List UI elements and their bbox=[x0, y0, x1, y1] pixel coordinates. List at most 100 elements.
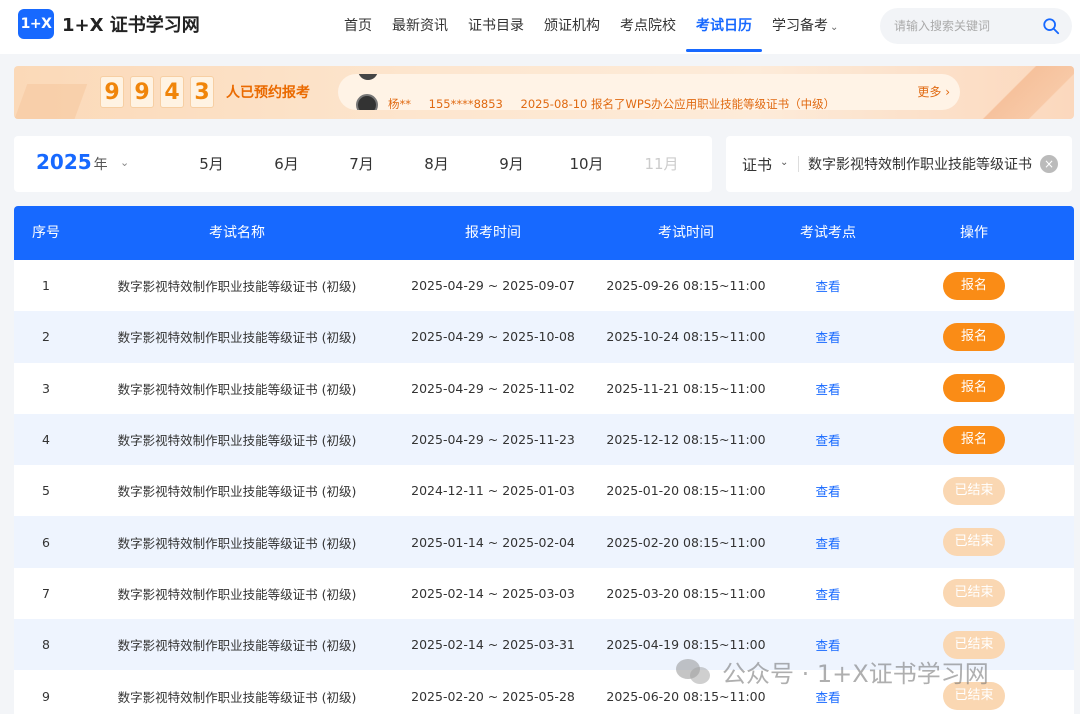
row-exam-time: 2025-10-24 08:15~11:00 bbox=[606, 329, 766, 345]
row-reg-time: 2025-02-14 ~ 2025-03-03 bbox=[411, 585, 575, 601]
cert-filter: 证书 ⌄ 数字影视特效制作职业技能等级证书 × bbox=[726, 136, 1072, 192]
month-may[interactable]: 5月 bbox=[174, 136, 249, 192]
year-value: 2025 bbox=[36, 150, 92, 174]
month-september[interactable]: 9月 bbox=[474, 136, 549, 192]
action-cell: 报名 bbox=[874, 322, 1074, 351]
row-number: 2 bbox=[42, 329, 50, 345]
month-july[interactable]: 7月 bbox=[324, 136, 399, 192]
header-venue: 考试考点 bbox=[800, 225, 856, 241]
row-exam-time: 2025-02-20 08:15~11:00 bbox=[606, 534, 766, 550]
chevron-down-icon[interactable]: ⌄ bbox=[120, 156, 129, 169]
ended-button: 已结束 bbox=[943, 528, 1005, 557]
table-header: 序号 考试名称 报考时间 考试时间 考试考点 操作 bbox=[14, 206, 1074, 260]
row-exam-name: 数字影视特效制作职业技能等级证书 (初级) bbox=[117, 433, 357, 449]
register-button[interactable]: 报名 bbox=[943, 271, 1005, 300]
view-venue-link[interactable]: 查看 bbox=[815, 279, 840, 294]
row-reg-time: 2024-12-11 ~ 2025-01-03 bbox=[411, 483, 575, 499]
month-november[interactable]: 11月 bbox=[624, 136, 699, 192]
row-exam-name: 数字影视特效制作职业技能等级证书 (初级) bbox=[117, 279, 357, 295]
nav-cert-catalog[interactable]: 证书目录 bbox=[458, 0, 534, 54]
row-exam-name: 数字影视特效制作职业技能等级证书 (初级) bbox=[117, 381, 357, 397]
register-button[interactable]: 报名 bbox=[943, 374, 1005, 403]
banner-decoration bbox=[14, 84, 88, 119]
nav-news[interactable]: 最新资讯 bbox=[382, 0, 458, 54]
counter-digit: 9 bbox=[130, 76, 154, 108]
row-number: 5 bbox=[42, 483, 50, 499]
month-selector: 2025 年 ⌄ 5月 6月 7月 8月 9月 10月 11月 bbox=[14, 136, 712, 192]
ticker-phone: 155****8853 bbox=[428, 97, 503, 110]
venue-cell: 查看 bbox=[782, 635, 874, 654]
nav-exam-calendar[interactable]: 考试日历 bbox=[686, 0, 762, 54]
row-exam-name: 数字影视特效制作职业技能等级证书 (初级) bbox=[117, 586, 357, 602]
row-number: 3 bbox=[42, 380, 50, 396]
row-reg-time: 2025-02-14 ~ 2025-03-31 bbox=[411, 637, 575, 653]
view-venue-link[interactable]: 查看 bbox=[815, 382, 840, 397]
cert-type-select[interactable]: 证书 bbox=[742, 154, 772, 175]
row-number: 6 bbox=[42, 534, 50, 550]
row-exam-time: 2025-09-26 08:15~11:00 bbox=[606, 278, 766, 294]
row-exam-time: 2025-12-12 08:15~11:00 bbox=[606, 432, 766, 448]
header-no: 序号 bbox=[32, 225, 60, 241]
year-select[interactable]: 2025 年 bbox=[36, 150, 108, 174]
row-exam-name: 数字影视特效制作职业技能等级证书 (初级) bbox=[117, 330, 357, 346]
chevron-down-icon[interactable]: ⌄ bbox=[780, 157, 788, 168]
row-exam-time: 2025-03-20 08:15~11:00 bbox=[606, 585, 766, 601]
row-reg-time: 2025-04-29 ~ 2025-10-08 bbox=[411, 329, 575, 345]
more-button[interactable]: 更多 › bbox=[917, 83, 950, 100]
nav-issuers[interactable]: 颁证机构 bbox=[534, 0, 610, 54]
clear-icon[interactable]: × bbox=[1040, 155, 1058, 173]
header-exam-name: 考试名称 bbox=[209, 225, 265, 241]
venue-cell: 查看 bbox=[782, 584, 874, 603]
nav-exam-schools[interactable]: 考点院校 bbox=[610, 0, 686, 54]
month-list: 5月 6月 7月 8月 9月 10月 11月 bbox=[174, 136, 699, 192]
main-nav: 首页 最新资讯 证书目录 颁证机构 考点院校 考试日历 学习备考 ⌄ bbox=[334, 0, 848, 54]
header-reg-time: 报考时间 bbox=[465, 225, 521, 241]
month-june[interactable]: 6月 bbox=[249, 136, 324, 192]
logo-mark: 1+X bbox=[18, 9, 54, 39]
row-reg-time: 2025-04-29 ~ 2025-11-02 bbox=[411, 380, 575, 396]
table-row: 1 数字影视特效制作职业技能等级证书 (初级) 2025-04-29 ~ 2025-… bbox=[14, 260, 1074, 312]
table-body: 1 数字影视特效制作职业技能等级证书 (初级) 2025-04-29 ~ 2025-… bbox=[14, 260, 1074, 714]
view-venue-link[interactable]: 查看 bbox=[815, 536, 840, 551]
register-button[interactable]: 报名 bbox=[943, 322, 1005, 351]
view-venue-link[interactable]: 查看 bbox=[815, 330, 840, 345]
row-exam-time: 2025-01-20 08:15~11:00 bbox=[606, 483, 766, 499]
view-venue-link[interactable]: 查看 bbox=[815, 638, 840, 653]
venue-cell: 查看 bbox=[782, 430, 874, 449]
wechat-icon bbox=[676, 657, 712, 687]
action-cell: 已结束 bbox=[874, 579, 1074, 608]
action-cell: 已结束 bbox=[874, 528, 1074, 557]
view-venue-link[interactable]: 查看 bbox=[815, 690, 840, 705]
counter-digit: 9 bbox=[100, 76, 124, 108]
nav-study-prep[interactable]: 学习备考 ⌄ bbox=[762, 0, 848, 54]
table-row: 4 数字影视特效制作职业技能等级证书 (初级) 2025-04-29 ~ 2025-… bbox=[14, 413, 1074, 466]
search-box bbox=[880, 8, 1072, 44]
view-venue-link[interactable]: 查看 bbox=[815, 484, 840, 499]
month-august[interactable]: 8月 bbox=[399, 136, 474, 192]
view-venue-link[interactable]: 查看 bbox=[815, 433, 840, 448]
booking-ticker: 杨** 155****8853 2025-08-10 报名了WPS办公应用职业技… bbox=[338, 74, 960, 110]
venue-cell: 查看 bbox=[782, 327, 874, 346]
nav-study-prep-label: 学习备考 bbox=[772, 18, 828, 34]
view-venue-link[interactable]: 查看 bbox=[815, 587, 840, 602]
venue-cell: 查看 bbox=[782, 481, 874, 500]
row-exam-name: 数字影视特效制作职业技能等级证书 (初级) bbox=[117, 535, 357, 551]
register-button[interactable]: 报名 bbox=[943, 425, 1005, 454]
month-october[interactable]: 10月 bbox=[549, 136, 624, 192]
header-action: 操作 bbox=[960, 225, 988, 241]
chevron-down-icon: ⌄ bbox=[830, 22, 839, 33]
venue-cell: 查看 bbox=[782, 276, 874, 295]
watermark: 公众号 · 1+X证书学习网 bbox=[676, 654, 989, 689]
search-input[interactable] bbox=[894, 8, 1034, 44]
cert-select-value[interactable]: 数字影视特效制作职业技能等级证书 bbox=[808, 154, 1038, 174]
booking-banner: 9 9 4 3 人已预约报考 杨** 155****8853 2025-08-1… bbox=[14, 66, 1074, 119]
avatar bbox=[356, 94, 378, 110]
search-icon[interactable] bbox=[1042, 17, 1060, 35]
row-number: 1 bbox=[42, 278, 50, 294]
year-suffix: 年 bbox=[93, 157, 108, 173]
ended-button: 已结束 bbox=[943, 579, 1005, 608]
venue-cell: 查看 bbox=[782, 533, 874, 552]
nav-home[interactable]: 首页 bbox=[334, 0, 382, 54]
row-exam-time: 2025-06-20 08:15~11:00 bbox=[606, 688, 766, 704]
site-logo[interactable]: 1+X 1+X 证书学习网 bbox=[18, 9, 200, 39]
